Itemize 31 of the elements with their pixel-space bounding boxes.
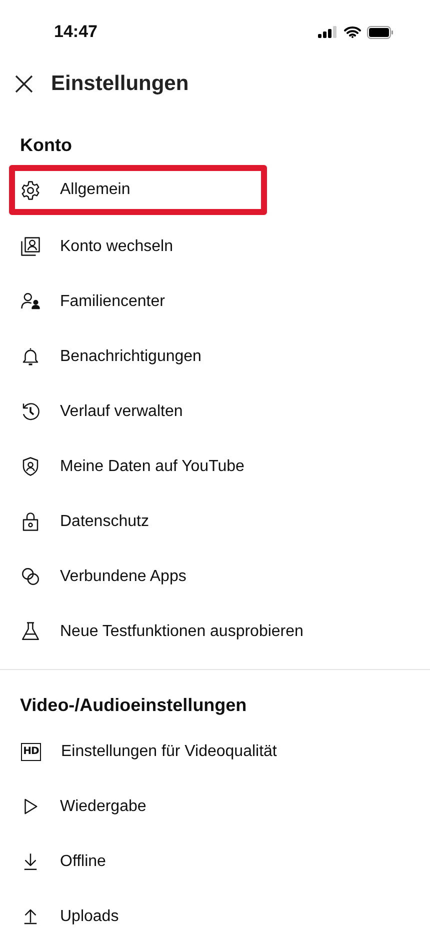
shield-icon [20, 456, 41, 477]
flask-icon [20, 621, 41, 642]
menu-item[interactable]: Neue Testfunktionen ausprobieren [0, 604, 430, 659]
lock-icon [20, 511, 41, 532]
menu-item[interactable]: Verbundene Apps [0, 549, 430, 604]
menu-item[interactable]: Wiedergabe [0, 779, 430, 834]
menu-item[interactable]: Konto wechseln [0, 219, 430, 274]
menu-item[interactable]: Datenschutz [0, 494, 430, 549]
menu-item[interactable]: Verlauf verwalten [0, 384, 430, 439]
menu-item[interactable]: Uploads [0, 889, 430, 932]
wifi-icon [344, 26, 361, 38]
history-icon [20, 401, 41, 422]
bell-icon [20, 346, 41, 367]
person-frame-icon [20, 236, 41, 257]
signal-icon [318, 26, 338, 38]
close-icon [15, 75, 33, 93]
menu-item[interactable]: Benachrichtigungen [0, 329, 430, 384]
menu-item[interactable]: Meine Daten auf YouTube [0, 439, 430, 494]
gear-icon [20, 180, 41, 200]
section-heading: Konto [19, 134, 73, 156]
menu-item[interactable]: Familiencenter [0, 274, 430, 329]
rings-icon [20, 566, 41, 587]
section-heading: Video-/Audioeinstellungen [19, 694, 248, 717]
highlighted-menu-item[interactable]: Allgemein [9, 165, 267, 215]
battery-icon [367, 26, 394, 38]
page-title: Einstellungen [51, 72, 189, 96]
hd-icon: HD [21, 742, 41, 760]
menu-item[interactable]: Offline [0, 834, 430, 889]
menu-item[interactable]: HD Einstellungen für Videoqualität [0, 724, 430, 779]
status-time: 14:47 [54, 22, 98, 42]
people-icon [20, 291, 41, 312]
